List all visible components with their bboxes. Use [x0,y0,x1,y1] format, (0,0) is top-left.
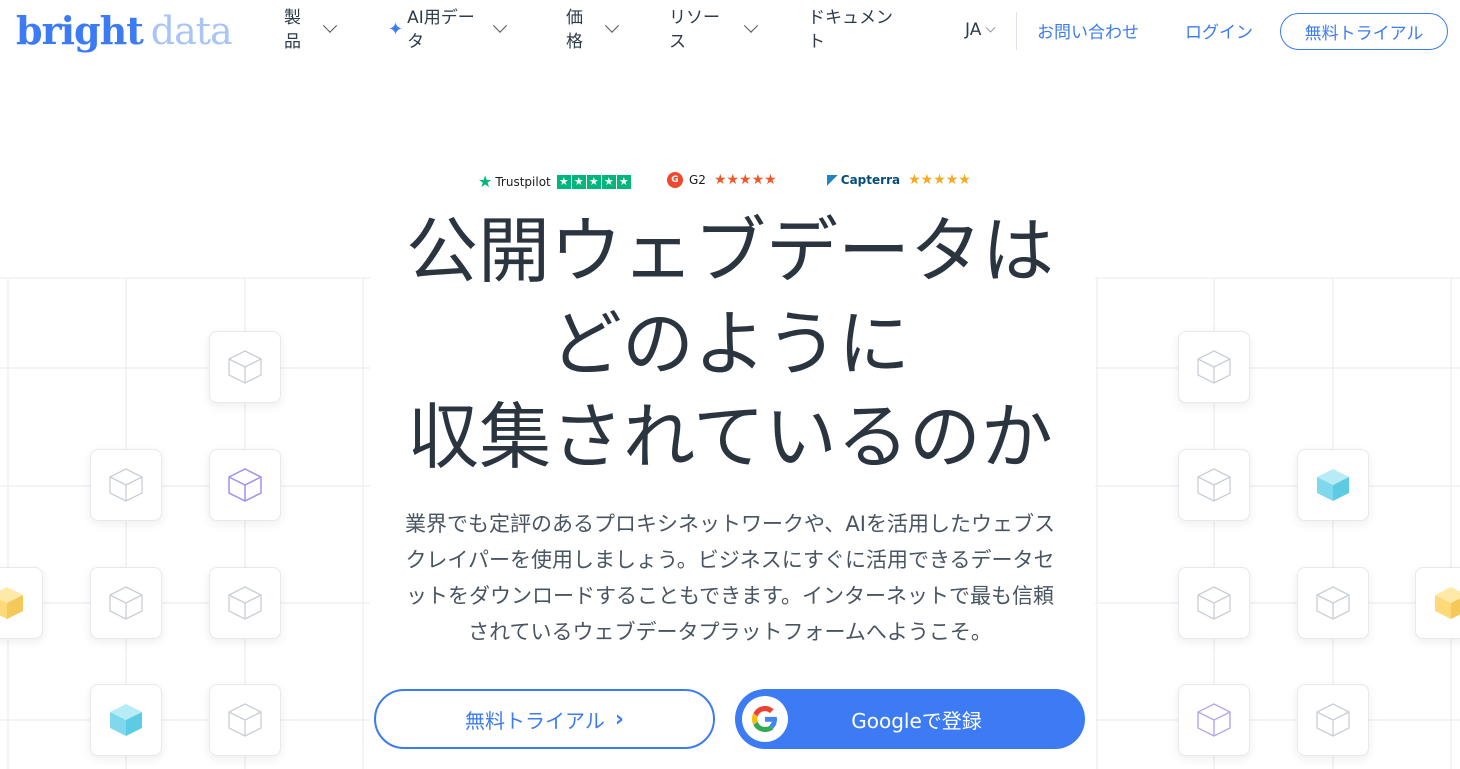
trustpilot-label: Trustpilot [495,174,551,189]
hero-trial-button[interactable]: 無料トライアル › [374,689,715,749]
nav-ai-data-label: AI用デー タ [407,8,475,52]
brand-name-part1: bright [16,8,144,53]
cube-tile [209,567,281,639]
cube-icon [228,468,262,502]
g2-rating: G G2 ★★★★★ [667,172,777,188]
cube-icon [1197,703,1231,737]
nav-docs[interactable]: ドキュメン ト [808,6,893,54]
chevron-down-icon [985,22,996,33]
cube-tile-yellow [0,567,43,639]
nav-resources-label: リソー ス [669,8,720,52]
trustpilot-star-icon: ★ [478,172,493,191]
cube-icon [109,468,143,502]
sparkle-icon: ✦ [388,19,404,40]
cube-tile [1178,567,1250,639]
cube-icon [1197,350,1231,384]
site-header: bright data 製 品 ✦ AI用デー タ 価 格 リソー ス ドキュメン… [0,0,1460,64]
hero-headline-line: 公開ウェブデータは [405,209,1054,293]
cube-icon [1197,468,1231,502]
cube-icon [1197,586,1231,620]
hero-headline-line: 収集されているのか [407,395,1053,479]
cube-icon [110,704,142,736]
cube-tile-purple [1178,684,1250,756]
chevron-down-icon [743,18,759,33]
g2-stars: ★★★★★ [713,172,777,188]
capterra-logo-icon: ◤ [827,172,838,188]
hero-subtext-line: ットをダウンロードすることもできます。インターネットで最も信頼 [405,584,1055,608]
cube-tile-cyan [1297,449,1369,521]
cube-tile-cyan [90,684,162,756]
cube-tile [1178,331,1250,403]
brand-logo[interactable]: bright data [16,8,233,53]
hero-headline: 公開ウェブデータは どのように 収集されているのか [330,205,1130,484]
header-trial-button[interactable]: 無料トライアル [1280,13,1448,50]
chevron-down-icon [604,18,620,33]
header-divider [1016,12,1017,50]
cube-tile [1297,684,1369,756]
contact-link[interactable]: お問い合わせ [1037,18,1139,43]
cube-tile [1297,567,1369,639]
google-signup-button[interactable]: Googleで登録 [735,689,1085,749]
capterra-stars: ★★★★★ [908,172,971,188]
brand-name-part2: data [150,9,233,53]
cube-icon [228,703,262,737]
trustpilot-rating: ★ Trustpilot ★ ★ ★ ★ ★ [478,172,632,191]
hero-trial-label: 無料トライアル [465,708,605,733]
nav-ai-data[interactable]: ✦ AI用デー タ [388,6,507,54]
ratings-strip: ★ Trustpilot ★ ★ ★ ★ ★ G G2 ★★★★★ ◤ Capterra… [0,172,1460,196]
nav-products-label: 製 品 [284,8,301,52]
cube-tile-yellow [1415,567,1460,639]
cube-tile-purple [209,449,281,521]
cube-icon [228,350,262,384]
hero-subtext-line: クレイパーを使用しましょう。ビジネスにすぐに活用できるデータセ [405,548,1055,572]
google-g-icon [742,696,788,742]
cube-icon [0,587,23,619]
cube-tile [209,684,281,756]
hero-headline-line: どのように [549,302,910,386]
cube-tile [209,331,281,403]
cube-icon [228,586,262,620]
language-label: JA [965,20,982,40]
nav-pricing-label: 価 格 [566,8,583,52]
nav-pricing[interactable]: 価 格 [566,6,620,54]
cube-tile [90,449,162,521]
chevron-down-icon [492,18,507,33]
cube-icon [1435,587,1460,619]
login-link[interactable]: ログイン [1185,18,1253,43]
language-selector[interactable]: JA [965,20,996,40]
cube-icon [109,586,143,620]
cube-icon [1316,586,1350,620]
g2-logo-icon: G [667,172,683,188]
hero-subtext-line: 業界でも定評のあるプロキシネットワークや、AIを活用したウェブス [405,512,1055,536]
hero-subtext-line: されているウェブデータプラットフォームへようこそ。 [468,620,992,644]
trustpilot-stars: ★ ★ ★ ★ ★ [556,174,632,189]
capterra-rating: ◤ Capterra ★★★★★ [827,172,971,188]
cube-tile [90,567,162,639]
hero-subtext: 業界でも定評のあるプロキシネットワークや、AIを活用したウェブス クレイパーを使… [370,506,1090,650]
nav-resources[interactable]: リソー ス [669,6,759,54]
cube-icon [1317,469,1349,501]
nav-products[interactable]: 製 品 [284,6,338,54]
g2-label: G2 [689,173,706,187]
cube-tile [1178,449,1250,521]
chevron-down-icon [322,18,338,33]
google-signup-label: Googleで登録 [851,708,982,733]
cube-icon [1316,703,1350,737]
capterra-label: Capterra [840,173,901,187]
nav-docs-label: ドキュメン ト [808,8,893,52]
chevron-right-icon: › [614,706,624,732]
